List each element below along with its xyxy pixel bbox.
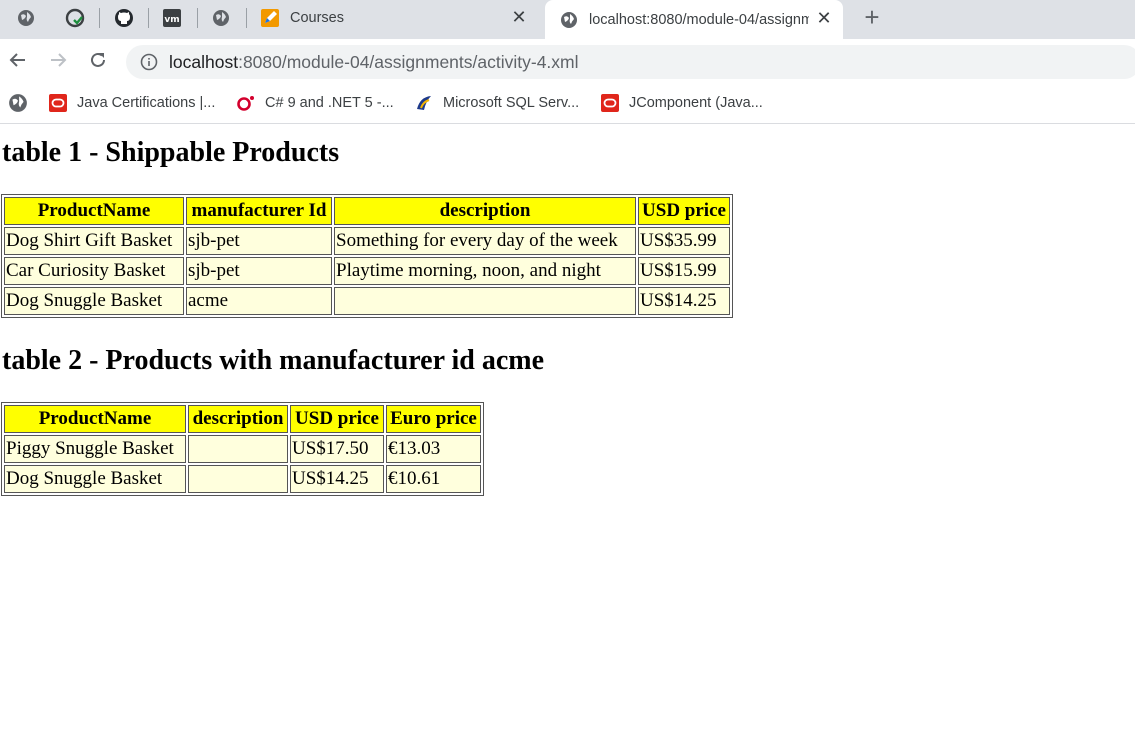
- table-cell: US$14.25: [638, 287, 730, 315]
- table-row: Car Curiosity Basket sjb-pet Playtime mo…: [4, 257, 730, 285]
- column-header: ProductName: [4, 197, 184, 225]
- globe-icon: [9, 94, 27, 112]
- table-cell: [188, 435, 288, 463]
- table-header-row: ProductName description USD price Euro p…: [4, 405, 481, 433]
- tab-courses[interactable]: Courses ✕: [248, 0, 538, 36]
- page-content: table 1 - Shippable Products ProductName…: [0, 125, 1135, 746]
- url-text: localhost:8080/module-04/assignments/act…: [169, 52, 579, 73]
- pencil-notebook-icon: [261, 9, 279, 27]
- address-bar[interactable]: localhost:8080/module-04/assignments/act…: [126, 45, 1135, 79]
- column-header: manufacturer Id: [186, 197, 332, 225]
- table-cell: sjb-pet: [186, 227, 332, 255]
- reload-button[interactable]: [85, 47, 111, 73]
- table-cell: US$14.25: [290, 465, 384, 493]
- column-header: Euro price: [386, 405, 481, 433]
- back-button[interactable]: [5, 47, 31, 73]
- table-cell: [334, 287, 636, 315]
- tab-strip: vm Courses ✕ localhost:8080/module-04/as…: [0, 0, 1135, 39]
- table-row: Dog Shirt Gift Basket sjb-pet Something …: [4, 227, 730, 255]
- pinned-tab-vm[interactable]: vm: [148, 0, 196, 36]
- bookmark-label: JComponent (Java...: [629, 95, 763, 111]
- close-tab-icon[interactable]: ✕: [815, 9, 833, 27]
- column-header: description: [188, 405, 288, 433]
- url-path: :8080/module-04/assignments/activity-4.x…: [238, 51, 579, 72]
- browser-toolbar: localhost:8080/module-04/assignments/act…: [0, 39, 1135, 84]
- table-cell: Car Curiosity Basket: [4, 257, 184, 285]
- bookmark-label: Microsoft SQL Serv...: [443, 95, 580, 111]
- table-cell: Playtime morning, noon, and night: [334, 257, 636, 285]
- pinned-tab-github[interactable]: [100, 0, 148, 36]
- table-row: Dog Snuggle Basket US$14.25 €10.61: [4, 465, 481, 493]
- table-cell: Piggy Snuggle Basket: [4, 435, 186, 463]
- tab-activity-4[interactable]: localhost:8080/module-04/assignments/act…: [545, 0, 843, 39]
- bookmark-globe[interactable]: [8, 92, 28, 114]
- table-cell: Dog Snuggle Basket: [4, 287, 184, 315]
- bookmark-java-certifications[interactable]: Java Certifications |...: [48, 92, 215, 114]
- forward-button[interactable]: [45, 47, 71, 73]
- close-tab-icon[interactable]: ✕: [510, 8, 528, 26]
- url-host: localhost: [169, 51, 239, 72]
- table-cell: [188, 465, 288, 493]
- column-header: USD price: [638, 197, 730, 225]
- tab-title: Courses: [290, 10, 344, 26]
- acme-products-table: ProductName description USD price Euro p…: [1, 402, 484, 496]
- info-icon[interactable]: [140, 53, 158, 71]
- arrow-right-icon: [51, 53, 67, 67]
- globe-icon: [213, 10, 229, 26]
- table-cell: acme: [186, 287, 332, 315]
- reload-icon: [91, 52, 105, 67]
- table-cell: Dog Snuggle Basket: [4, 465, 186, 493]
- table-cell: Dog Shirt Gift Basket: [4, 227, 184, 255]
- table-cell: Something for every day of the week: [334, 227, 636, 255]
- table-cell: sjb-pet: [186, 257, 332, 285]
- github-check-icon: [65, 8, 85, 28]
- bookmark-label: Java Certifications |...: [77, 95, 216, 111]
- bookmark-csharp-dotnet[interactable]: C# 9 and .NET 5 -...: [236, 92, 394, 114]
- tab-divider: [246, 8, 247, 28]
- table-header-row: ProductName manufacturer Id description …: [4, 197, 730, 225]
- column-header: ProductName: [4, 405, 186, 433]
- bookmarks-bar: Java Certifications |... C# 9 and .NET 5…: [0, 84, 1135, 124]
- o-reilly-icon: [236, 93, 256, 113]
- shippable-products-table: ProductName manufacturer Id description …: [1, 194, 733, 318]
- table-cell: US$35.99: [638, 227, 730, 255]
- github-icon: [115, 9, 133, 27]
- table1-heading: table 1 - Shippable Products: [2, 137, 340, 168]
- pinned-tab-globe-2[interactable]: [197, 0, 245, 36]
- table-cell: €13.03: [386, 435, 481, 463]
- table-row: Dog Snuggle Basket acme US$14.25: [4, 287, 730, 315]
- vm-icon: vm: [163, 9, 181, 27]
- table-cell: €10.61: [386, 465, 481, 493]
- arrow-left-icon: [9, 53, 25, 67]
- tab-title: localhost:8080/module-04/assignments/act…: [589, 11, 809, 28]
- pinned-tab-globe[interactable]: [2, 0, 50, 36]
- oracle-icon: [48, 93, 68, 113]
- globe-icon: [18, 10, 34, 26]
- bookmark-label: C# 9 and .NET 5 -...: [265, 95, 394, 111]
- table-cell: US$17.50: [290, 435, 384, 463]
- globe-icon: [561, 11, 577, 28]
- bookmark-jcomponent[interactable]: JComponent (Java...: [600, 92, 763, 114]
- column-header: description: [334, 197, 636, 225]
- oracle-icon: [600, 93, 620, 113]
- column-header: USD price: [290, 405, 384, 433]
- sql-server-icon: [414, 93, 434, 113]
- pinned-tab-github-check[interactable]: [51, 0, 99, 36]
- table2-heading: table 2 - Products with manufacturer id …: [2, 345, 545, 376]
- table-row: Piggy Snuggle Basket US$17.50 €13.03: [4, 435, 481, 463]
- svg-text:vm: vm: [164, 15, 179, 25]
- bookmark-microsoft-sql[interactable]: Microsoft SQL Serv...: [414, 92, 579, 114]
- table-cell: US$15.99: [638, 257, 730, 285]
- new-tab-button[interactable]: +: [860, 4, 884, 30]
